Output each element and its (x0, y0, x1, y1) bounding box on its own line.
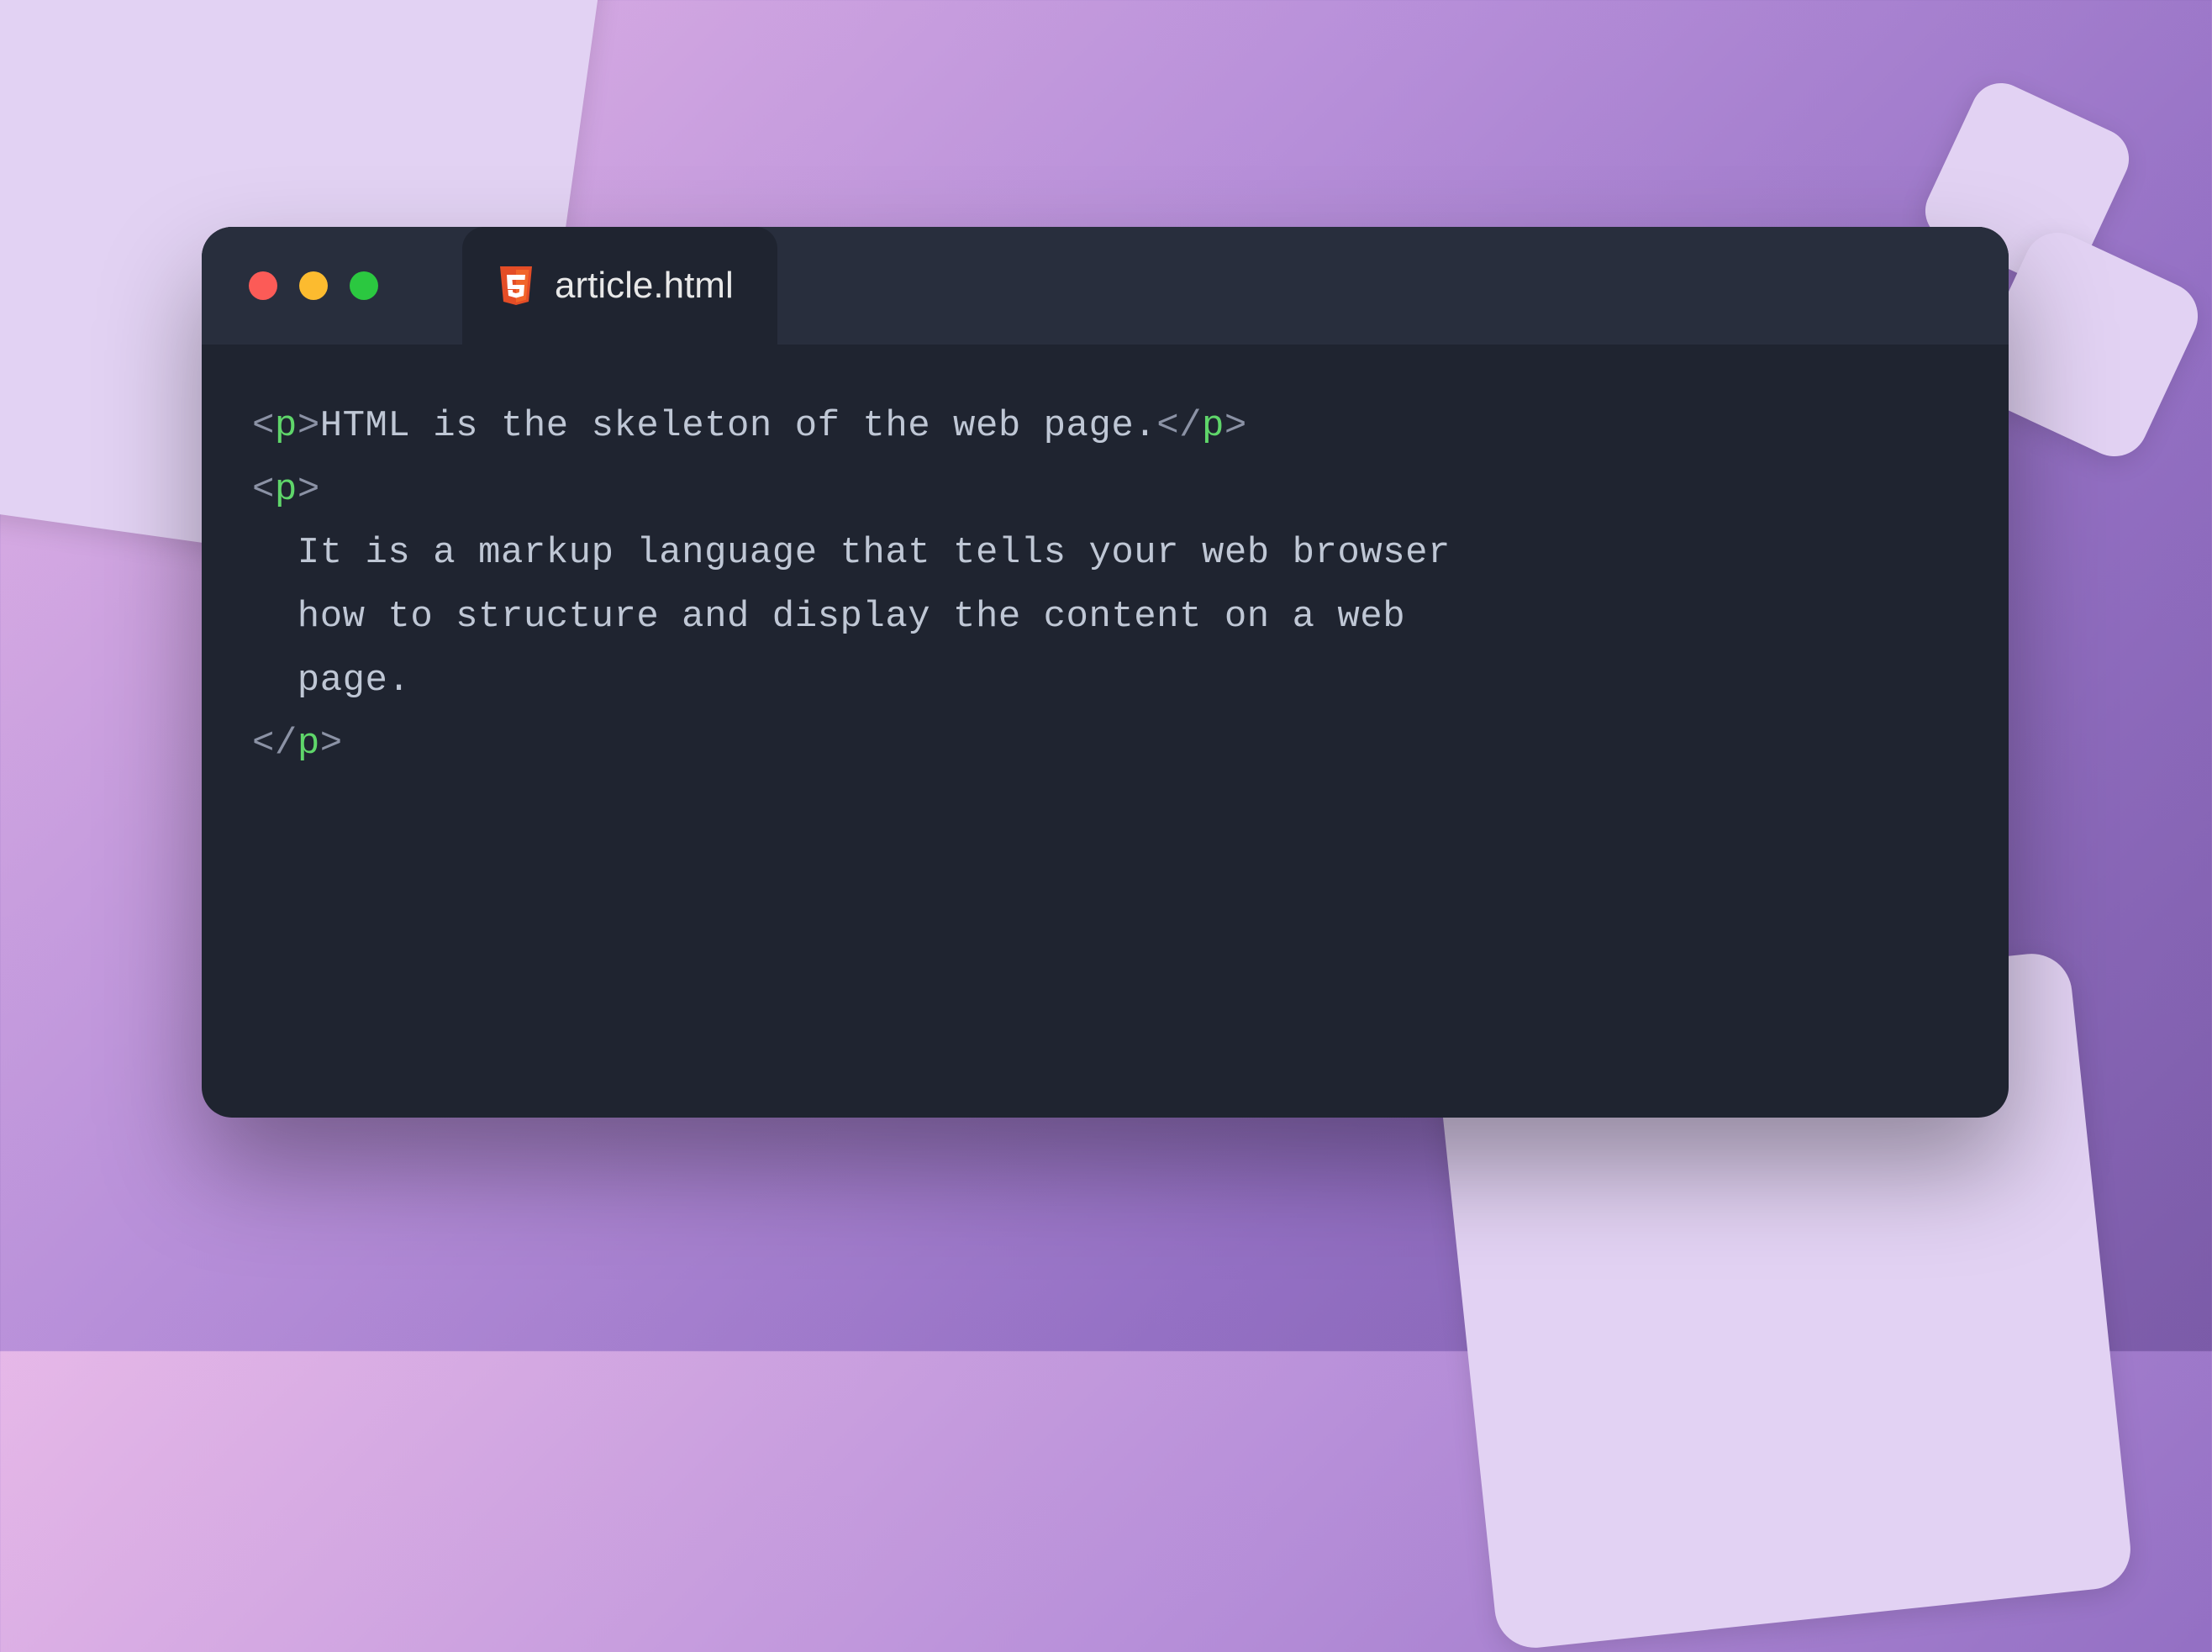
syntax-bracket: > (298, 469, 320, 511)
close-window-button[interactable] (249, 271, 277, 300)
syntax-bracket: > (320, 723, 343, 765)
syntax-bracket: </ (252, 723, 298, 765)
syntax-bracket: < (252, 405, 275, 447)
html5-icon (498, 265, 535, 307)
syntax-text: It is a markup language that tells your … (252, 532, 1451, 574)
syntax-bracket: > (1224, 405, 1247, 447)
code-line: </p> (252, 713, 1958, 776)
code-area[interactable]: <p>HTML is the skeleton of the web page.… (202, 345, 2009, 1118)
syntax-text: page. (252, 660, 410, 702)
code-editor-window: article.html <p>HTML is the skeleton of … (202, 227, 2009, 1118)
syntax-text: how to structure and display the content… (252, 596, 1405, 638)
tab-filename: article.html (555, 265, 734, 307)
syntax-bracket: > (298, 405, 320, 447)
editor-tab[interactable]: article.html (462, 227, 777, 345)
syntax-bracket: < (252, 469, 275, 511)
syntax-bracket: </ (1156, 405, 1202, 447)
maximize-window-button[interactable] (350, 271, 378, 300)
window-controls (202, 227, 412, 345)
minimize-window-button[interactable] (299, 271, 328, 300)
syntax-tag: p (275, 469, 298, 511)
syntax-tag: p (298, 723, 320, 765)
syntax-text: HTML is the skeleton of the web page. (320, 405, 1156, 447)
code-line: <p>HTML is the skeleton of the web page.… (252, 395, 1958, 459)
syntax-tag: p (275, 405, 298, 447)
code-line: how to structure and display the content… (252, 586, 1958, 650)
code-line: It is a markup language that tells your … (252, 522, 1958, 586)
code-line: page. (252, 650, 1958, 713)
titlebar: article.html (202, 227, 2009, 345)
code-line: <p> (252, 459, 1958, 523)
syntax-tag: p (1202, 405, 1224, 447)
